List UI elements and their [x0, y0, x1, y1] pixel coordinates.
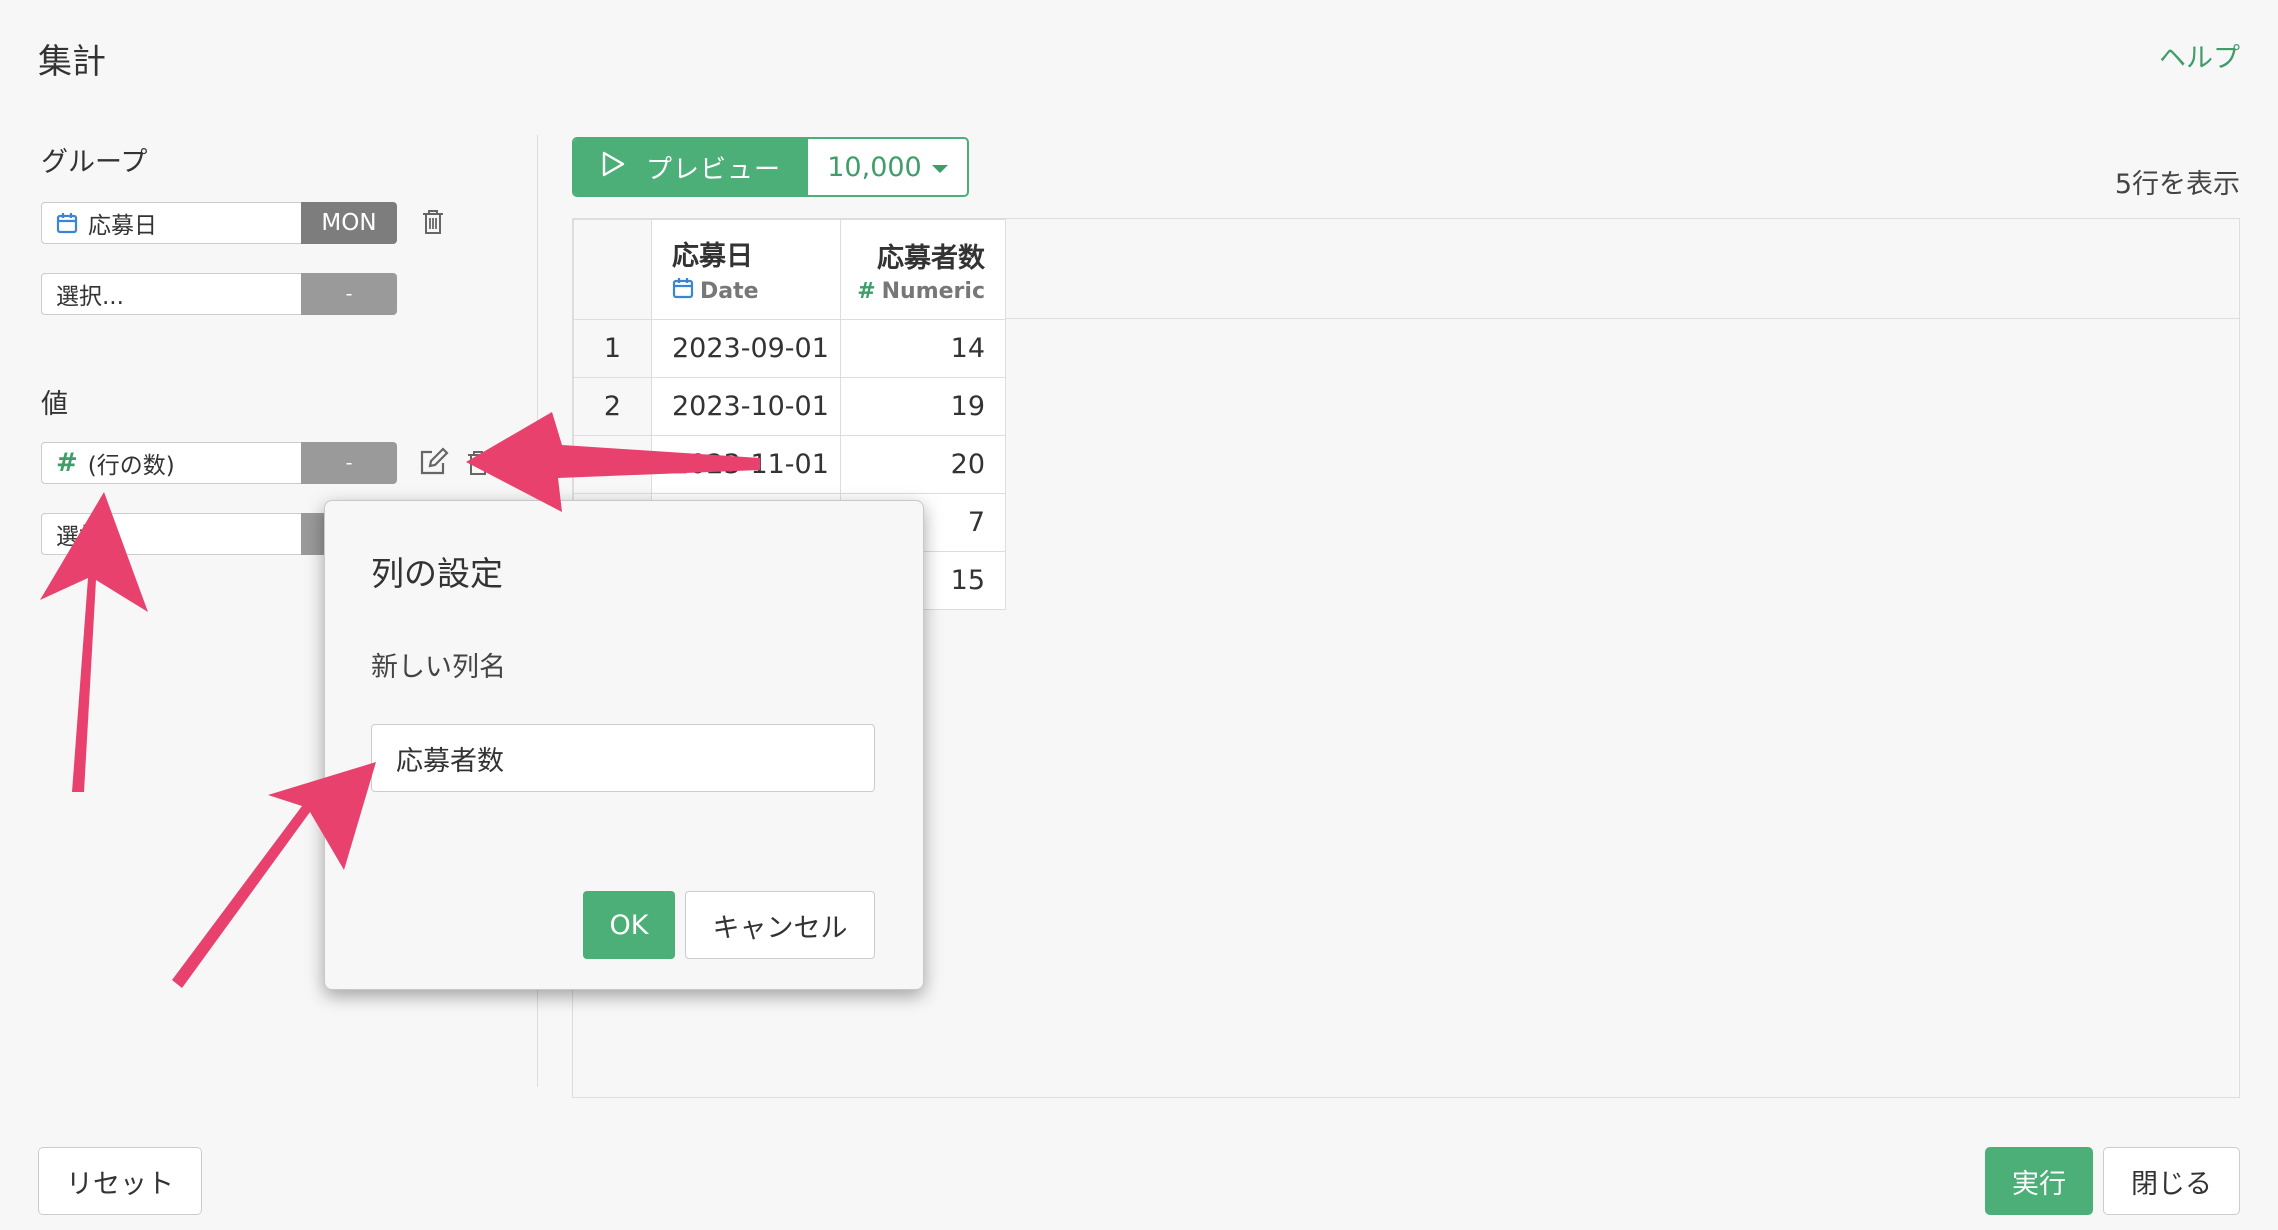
cell-date: 2023-09-01	[651, 319, 841, 378]
preview-toolbar: プレビュー 10,000	[572, 137, 969, 197]
row-index: 1	[573, 319, 652, 378]
hash-icon: #	[56, 448, 78, 478]
table-row: 1 2023-09-01 14	[573, 319, 1006, 378]
value-field-2-name: 選択...	[56, 524, 124, 550]
cell-count: 14	[840, 319, 1006, 378]
group-field-1[interactable]: 応募日 MON	[41, 202, 397, 244]
value-field-1[interactable]: # (行の数) -	[41, 442, 397, 484]
table-row: 3 2023-11-01 20	[573, 435, 1006, 494]
page-title: 集計	[38, 42, 106, 82]
cell-count: 19	[840, 377, 1006, 436]
cell-date: 2023-11-01	[651, 435, 841, 494]
column-header-date[interactable]: 応募日 Date	[651, 219, 841, 320]
value-section-label: 値	[41, 389, 68, 420]
preview-button[interactable]: プレビュー	[574, 139, 807, 195]
group-field-2[interactable]: 選択... -	[41, 273, 397, 315]
dialog-title: 列の設定	[371, 554, 503, 593]
hash-icon: #	[857, 278, 876, 304]
column-settings-dialog: 列の設定 新しい列名 OK キャンセル	[324, 500, 924, 990]
index-header	[573, 219, 652, 320]
row-limit-value: 10,000	[827, 151, 922, 183]
row-limit-select[interactable]: 10,000	[807, 139, 967, 195]
reset-button[interactable]: リセット	[38, 1147, 202, 1215]
group-field-2-box[interactable]: 選択...	[41, 273, 301, 315]
cancel-button[interactable]: キャンセル	[685, 891, 875, 959]
value-field-1-box[interactable]: # (行の数)	[41, 442, 301, 484]
column-type: # Numeric	[841, 279, 985, 304]
close-button[interactable]: 閉じる	[2103, 1147, 2240, 1215]
group-section-label: グループ	[41, 147, 148, 178]
new-column-name-input[interactable]	[371, 724, 875, 792]
column-name: 応募者数	[877, 242, 985, 274]
calendar-icon	[672, 277, 694, 305]
group-field-1-tag[interactable]: MON	[301, 202, 397, 244]
value-field-1-tag[interactable]: -	[301, 442, 397, 484]
column-type-label: Numeric	[881, 278, 985, 304]
column-name: 応募日	[672, 241, 753, 272]
trash-icon[interactable]	[465, 449, 491, 481]
column-type-label: Date	[700, 278, 759, 304]
edit-icon[interactable]	[418, 447, 450, 481]
value-field-1-name: (行の数)	[87, 453, 175, 479]
row-count-text: 5行を表示	[2114, 169, 2240, 200]
calendar-icon	[56, 212, 78, 234]
cell-count: 20	[840, 435, 1006, 494]
group-field-1-box[interactable]: 応募日	[41, 202, 301, 244]
value-field-2-box[interactable]: 選択...	[41, 513, 301, 555]
help-link[interactable]: ヘルプ	[2159, 36, 2240, 75]
preview-button-label: プレビュー	[645, 154, 781, 185]
group-field-2-name: 選択...	[56, 284, 124, 310]
trash-icon[interactable]	[420, 208, 446, 240]
group-field-2-tag[interactable]: -	[301, 273, 397, 315]
play-icon	[600, 150, 626, 185]
column-header-count[interactable]: 応募者数 # Numeric	[840, 219, 1006, 320]
run-button[interactable]: 実行	[1985, 1147, 2093, 1215]
column-type: Date	[672, 277, 840, 305]
group-field-1-name: 応募日	[88, 213, 157, 239]
table-header-row: 応募日 Date 応募者数 # Numeric	[573, 219, 1006, 320]
caret-down-icon	[931, 165, 948, 173]
row-index: 2	[573, 377, 652, 436]
row-index: 3	[573, 435, 652, 494]
cell-date: 2023-10-01	[651, 377, 841, 436]
new-column-name-label: 新しい列名	[371, 652, 506, 683]
table-row: 2 2023-10-01 19	[573, 377, 1006, 436]
ok-button[interactable]: OK	[583, 891, 675, 959]
